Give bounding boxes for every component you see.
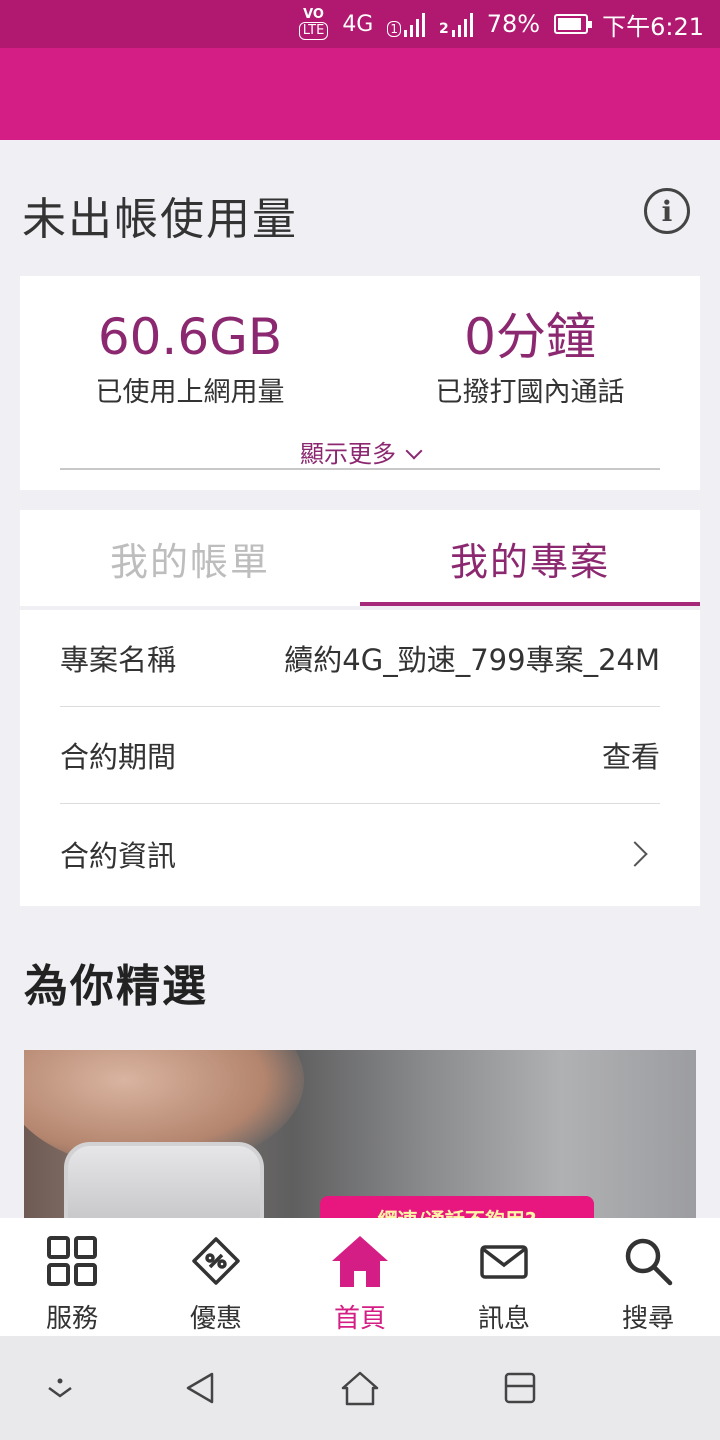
battery-icon	[554, 14, 593, 34]
contract-period-label: 合約期間	[60, 740, 177, 774]
contract-info-row[interactable]: 合約資訊	[60, 806, 660, 902]
nav-messages[interactable]: 訊息	[432, 1218, 576, 1336]
data-usage-value: 60.6GB	[97, 308, 283, 366]
nav-label: 搜尋	[621, 1304, 674, 1334]
grid-icon	[42, 1232, 102, 1290]
status-bar: VO LTE 4G 1 2 78% 下午6:21	[0, 0, 720, 48]
nav-label: 首頁	[333, 1304, 386, 1334]
chevron-down-icon	[405, 442, 423, 460]
battery-percent: 78%	[486, 10, 541, 38]
nav-home[interactable]: 首頁	[288, 1218, 432, 1336]
contract-info-label: 合約資訊	[60, 839, 177, 873]
plan-card: 專案名稱 續約4G_勁速_799專案_24M 合約期間 查看 合約資訊	[20, 610, 700, 906]
show-more-label: 顯示更多	[300, 440, 396, 468]
volte-icon: VO LTE	[298, 8, 329, 40]
phone-image	[64, 1142, 264, 1220]
divider	[60, 468, 660, 470]
nav-label: 服務	[45, 1304, 98, 1334]
data-usage: 60.6GB 已使用上網用量	[20, 306, 360, 409]
usage-card: 60.6GB 已使用上網用量 0分鐘 已撥打國內通話 顯示更多	[20, 276, 700, 490]
nav-label: 訊息	[477, 1304, 530, 1334]
tab-my-plan[interactable]: 我的專案	[360, 510, 700, 606]
nav-label: 優惠	[189, 1304, 242, 1334]
app-header	[0, 48, 720, 140]
network-type: 4G	[342, 11, 374, 37]
show-more-button[interactable]: 顯示更多	[20, 434, 700, 469]
nav-services[interactable]: 服務	[0, 1218, 144, 1336]
plan-name-value: 續約4G_勁速_799專案_24M	[284, 643, 660, 677]
call-usage-label: 已撥打國內通話	[435, 377, 625, 408]
home-outline-icon[interactable]	[338, 1366, 382, 1410]
home-icon	[330, 1232, 390, 1290]
sim2-signal-icon: 2	[439, 11, 473, 37]
tab-indicator	[360, 602, 700, 606]
tab-bar: 我的帳單 我的專案	[20, 510, 700, 606]
divider	[60, 803, 660, 804]
call-usage-value: 0分鐘	[464, 308, 596, 366]
nav-offers[interactable]: 優惠	[144, 1218, 288, 1336]
plan-name-label: 專案名稱	[60, 643, 177, 677]
back-icon[interactable]	[178, 1366, 222, 1410]
recents-icon[interactable]	[498, 1366, 542, 1410]
collapse-icon[interactable]	[38, 1366, 82, 1410]
sim1-signal-icon: 1	[387, 11, 425, 37]
call-usage: 0分鐘 已撥打國內通話	[360, 306, 700, 409]
view-contract-period-link[interactable]: 查看	[602, 734, 660, 776]
chevron-right-icon	[622, 841, 648, 867]
plan-name-row: 專案名稱 續約4G_勁速_799專案_24M	[60, 610, 660, 706]
picks-title: 為你精選	[24, 961, 208, 1012]
usage-title: 未出帳使用量	[22, 194, 298, 245]
clock: 下午6:21	[602, 12, 704, 41]
contract-period-row: 合約期間 查看	[60, 707, 660, 803]
search-icon	[618, 1232, 678, 1290]
nav-search[interactable]: 搜尋	[576, 1218, 720, 1336]
promo-banner[interactable]: 網速/通話不夠用?	[24, 1050, 696, 1220]
mail-icon	[474, 1232, 534, 1290]
bottom-nav: 服務 優惠 首頁 訊息 搜尋	[0, 1218, 720, 1336]
data-usage-label: 已使用上網用量	[95, 377, 285, 408]
banner-text: 網速/通話不夠用?	[320, 1196, 594, 1220]
coupon-icon	[186, 1232, 246, 1290]
system-nav-bar	[0, 1336, 720, 1440]
tab-my-bill[interactable]: 我的帳單	[20, 510, 360, 606]
info-icon[interactable]: i	[644, 188, 690, 234]
